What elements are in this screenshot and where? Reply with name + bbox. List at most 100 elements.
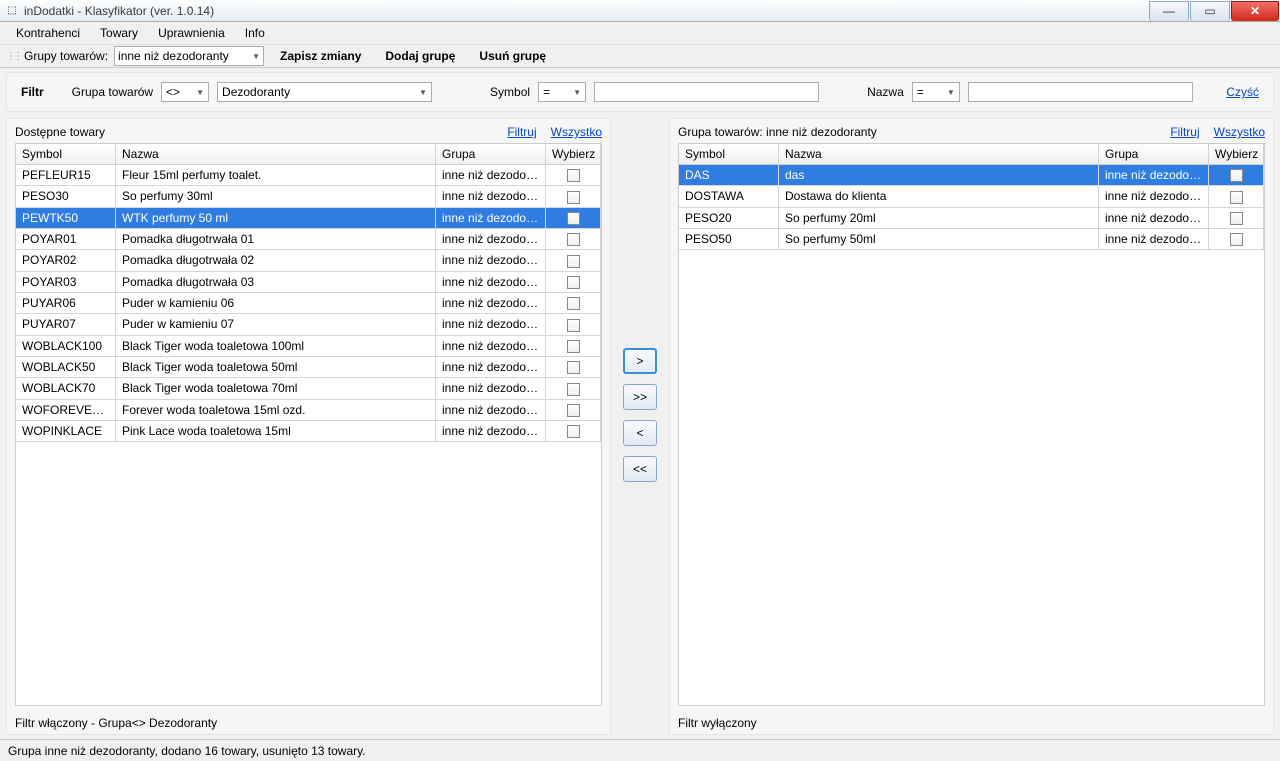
- checkbox-icon[interactable]: [1230, 191, 1243, 204]
- checkbox-icon[interactable]: [1230, 233, 1243, 246]
- filter-name-input[interactable]: [968, 82, 1193, 102]
- cell-select[interactable]: [546, 165, 601, 185]
- checkbox-icon[interactable]: [567, 212, 580, 225]
- checkbox-icon[interactable]: [567, 425, 580, 438]
- filter-group-op[interactable]: <>▼: [161, 82, 209, 102]
- col-group[interactable]: Grupa: [1099, 144, 1209, 164]
- checkbox-icon[interactable]: [567, 276, 580, 289]
- cell-symbol: PESO20: [679, 208, 779, 228]
- group-items-panel: Grupa towarów: inne niż dezodoranty Filt…: [669, 118, 1274, 735]
- minimize-button[interactable]: —: [1149, 1, 1189, 21]
- table-row[interactable]: PEFLEUR15Fleur 15ml perfumy toalet.inne …: [16, 165, 601, 186]
- table-row[interactable]: PUYAR06Puder w kamieniu 06inne niż dezod…: [16, 293, 601, 314]
- close-button[interactable]: ✕: [1231, 1, 1279, 21]
- col-group[interactable]: Grupa: [436, 144, 546, 164]
- table-row[interactable]: WOFOREVER15OForever woda toaletowa 15ml …: [16, 400, 601, 421]
- checkbox-icon[interactable]: [567, 191, 580, 204]
- table-row[interactable]: PESO50So perfumy 50mlinne niż dezodora..…: [679, 229, 1264, 250]
- checkbox-icon[interactable]: [567, 319, 580, 332]
- left-filter-status: Filtr włączony - Grupa<> Dezodoranty: [15, 714, 602, 730]
- cell-select[interactable]: [1209, 229, 1264, 249]
- cell-select[interactable]: [546, 186, 601, 206]
- menu-uprawnienia[interactable]: Uprawnienia: [148, 23, 235, 43]
- cell-select[interactable]: [546, 336, 601, 356]
- col-symbol[interactable]: Symbol: [679, 144, 779, 164]
- move-all-right-button[interactable]: >>: [623, 384, 657, 410]
- left-filter-link[interactable]: Filtruj: [507, 125, 536, 139]
- move-left-button[interactable]: <: [623, 420, 657, 446]
- table-row[interactable]: PESO20So perfumy 20mlinne niż dezodora..…: [679, 208, 1264, 229]
- clear-filter-link[interactable]: Czyść: [1226, 85, 1259, 99]
- cell-select[interactable]: [1209, 208, 1264, 228]
- group-select-value: inne niż dezodoranty: [118, 49, 229, 63]
- table-row[interactable]: WOPINKLACEPink Lace woda toaletowa 15mli…: [16, 421, 601, 442]
- cell-group: inne niż dezodora...: [436, 378, 546, 398]
- checkbox-icon[interactable]: [567, 404, 580, 417]
- cell-select[interactable]: [546, 314, 601, 334]
- save-changes-button[interactable]: Zapisz zmiany: [272, 46, 369, 66]
- group-grid[interactable]: Symbol Nazwa Grupa Wybierz DASdasinne ni…: [678, 143, 1265, 706]
- cell-name: Pomadka długotrwała 01: [116, 229, 436, 249]
- checkbox-icon[interactable]: [567, 255, 580, 268]
- available-items-panel: Dostępne towary Filtruj Wszystko Symbol …: [6, 118, 611, 735]
- add-group-button[interactable]: Dodaj grupę: [377, 46, 463, 66]
- menu-towary[interactable]: Towary: [90, 23, 148, 43]
- menu-kontrahenci[interactable]: Kontrahenci: [6, 23, 90, 43]
- cell-symbol: DOSTAWA: [679, 186, 779, 206]
- menu-info[interactable]: Info: [235, 23, 275, 43]
- group-select-label: Grupy towarów:: [24, 49, 108, 63]
- table-row[interactable]: WOBLACK50Black Tiger woda toaletowa 50ml…: [16, 357, 601, 378]
- group-select[interactable]: inne niż dezodoranty ▼: [114, 46, 264, 66]
- col-select[interactable]: Wybierz: [546, 144, 601, 164]
- filter-group-value[interactable]: Dezodoranty▼: [217, 82, 432, 102]
- filter-symbol-input[interactable]: [594, 82, 819, 102]
- checkbox-icon[interactable]: [1230, 169, 1243, 182]
- table-row[interactable]: WOBLACK100Black Tiger woda toaletowa 100…: [16, 336, 601, 357]
- col-select[interactable]: Wybierz: [1209, 144, 1264, 164]
- col-symbol[interactable]: Symbol: [16, 144, 116, 164]
- right-filter-link[interactable]: Filtruj: [1170, 125, 1199, 139]
- table-row[interactable]: DASdasinne niż dezodora...: [679, 165, 1264, 186]
- left-all-link[interactable]: Wszystko: [551, 125, 602, 139]
- cell-select[interactable]: [546, 421, 601, 441]
- checkbox-icon[interactable]: [567, 297, 580, 310]
- table-row[interactable]: PEWTK50WTK perfumy 50 mlinne niż dezodor…: [16, 208, 601, 229]
- maximize-button[interactable]: ▭: [1190, 1, 1230, 21]
- cell-select[interactable]: [546, 378, 601, 398]
- cell-select[interactable]: [1209, 165, 1264, 185]
- move-all-left-button[interactable]: <<: [623, 456, 657, 482]
- cell-select[interactable]: [546, 208, 601, 228]
- table-row[interactable]: WOBLACK70Black Tiger woda toaletowa 70ml…: [16, 378, 601, 399]
- cell-select[interactable]: [546, 357, 601, 377]
- cell-select[interactable]: [1209, 186, 1264, 206]
- cell-group: inne niż dezodora...: [1099, 229, 1209, 249]
- table-row[interactable]: POYAR01Pomadka długotrwała 01inne niż de…: [16, 229, 601, 250]
- checkbox-icon[interactable]: [1230, 212, 1243, 225]
- available-grid[interactable]: Symbol Nazwa Grupa Wybierz PEFLEUR15Fleu…: [15, 143, 602, 706]
- filter-name-op[interactable]: =▼: [912, 82, 960, 102]
- table-row[interactable]: DOSTAWADostawa do klientainne niż dezodo…: [679, 186, 1264, 207]
- cell-group: inne niż dezodora...: [436, 208, 546, 228]
- table-row[interactable]: PUYAR07Puder w kamieniu 07inne niż dezod…: [16, 314, 601, 335]
- cell-select[interactable]: [546, 272, 601, 292]
- cell-group: inne niż dezodora...: [1099, 165, 1209, 185]
- checkbox-icon[interactable]: [567, 169, 580, 182]
- checkbox-icon[interactable]: [567, 340, 580, 353]
- cell-select[interactable]: [546, 250, 601, 270]
- cell-select[interactable]: [546, 400, 601, 420]
- cell-select[interactable]: [546, 229, 601, 249]
- table-row[interactable]: POYAR02Pomadka długotrwała 02inne niż de…: [16, 250, 601, 271]
- checkbox-icon[interactable]: [567, 233, 580, 246]
- table-row[interactable]: PESO30So perfumy 30mlinne niż dezodora..…: [16, 186, 601, 207]
- checkbox-icon[interactable]: [567, 361, 580, 374]
- move-right-button[interactable]: >: [623, 348, 657, 374]
- table-row[interactable]: POYAR03Pomadka długotrwała 03inne niż de…: [16, 272, 601, 293]
- cell-name: das: [779, 165, 1099, 185]
- right-all-link[interactable]: Wszystko: [1214, 125, 1265, 139]
- filter-symbol-op[interactable]: =▼: [538, 82, 586, 102]
- col-name[interactable]: Nazwa: [116, 144, 436, 164]
- col-name[interactable]: Nazwa: [779, 144, 1099, 164]
- delete-group-button[interactable]: Usuń grupę: [471, 46, 554, 66]
- checkbox-icon[interactable]: [567, 383, 580, 396]
- cell-select[interactable]: [546, 293, 601, 313]
